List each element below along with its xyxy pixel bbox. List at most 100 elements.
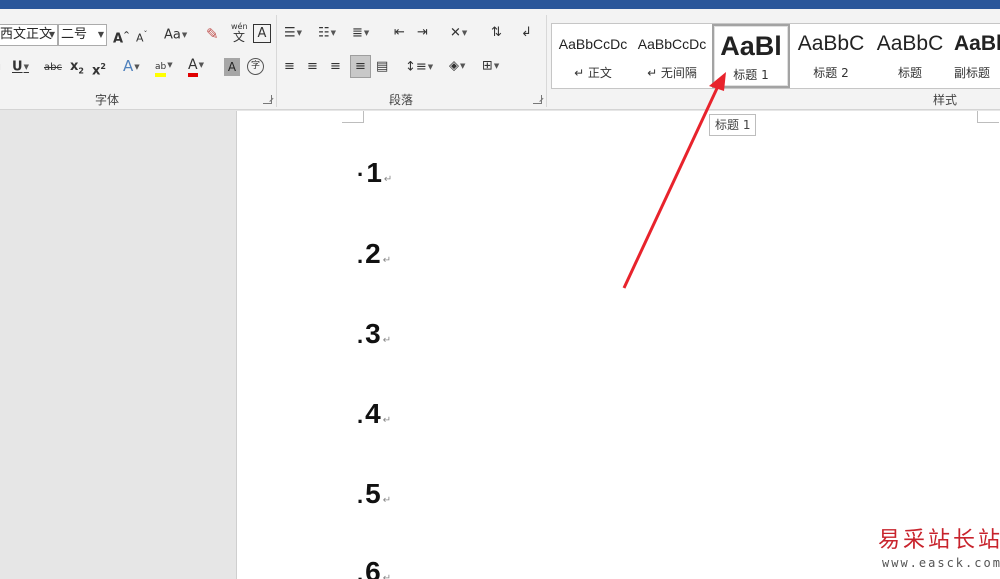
underline-button[interactable]: U▼ (12, 58, 29, 77)
page-corner-marker (977, 111, 999, 123)
superscript-button[interactable]: x2 (92, 58, 106, 80)
list-bullet: . (357, 403, 364, 428)
strikethrough-icon: abc (44, 62, 62, 73)
increase-indent-button[interactable]: ⇥ (417, 24, 428, 42)
style-name: 副标题 (954, 66, 991, 80)
paragraph-mark: ↵ (382, 415, 392, 426)
heading-line[interactable]: .4 ↵ (357, 398, 391, 430)
font-dialog-launcher-icon[interactable] (263, 95, 272, 104)
style-tooltip: 标题 1 (709, 114, 757, 136)
align-right-icon: ≡ (330, 59, 341, 74)
heading-line[interactable]: .6 ↵ (357, 556, 391, 579)
numbering-button[interactable]: ☷▼ (318, 24, 336, 43)
heading-line[interactable]: .5 ↵ (357, 478, 391, 510)
align-left-icon: ≡ (284, 59, 295, 74)
style-title[interactable]: AaBbC 标题 (871, 24, 949, 88)
font-name-value: 西文正文 (0, 27, 53, 42)
title-bar (0, 0, 1000, 9)
chevron-down-icon[interactable]: ▼ (49, 25, 55, 45)
character-border-icon: A (257, 26, 267, 41)
font-color-icon: A (188, 57, 198, 77)
heading-number: 1 (366, 157, 382, 188)
align-center-icon: ≡ (307, 59, 318, 74)
text-effects-button[interactable]: A▼ (123, 57, 140, 76)
style-no-spacing[interactable]: AaBbCcDc ↵ 无间隔 (633, 24, 711, 88)
character-border-button[interactable]: A (253, 24, 271, 43)
group-divider (276, 15, 277, 107)
style-name: 标题 (897, 66, 922, 80)
subscript-button[interactable]: x2 (70, 58, 84, 81)
shading-button[interactable]: ◈▼ (449, 57, 465, 76)
chevron-down-icon[interactable]: ▼ (98, 25, 104, 45)
borders-button[interactable]: ⊞▼ (482, 57, 499, 76)
line-spacing-icon: ↕≡ (405, 59, 427, 75)
change-case-button[interactable]: Aa▼ (164, 26, 187, 45)
grow-font-button[interactable]: A^ (113, 26, 130, 48)
style-sample: AaBbC (876, 32, 944, 55)
eraser-icon: ✎ (206, 25, 219, 43)
character-shading-button[interactable]: A (224, 58, 240, 76)
distributed-button[interactable]: ▤ (376, 58, 388, 76)
styles-group-label: 样式 (933, 93, 958, 107)
bullet-list-icon: ☰ (284, 25, 296, 41)
chinese-layout-icon: ✕ (450, 25, 461, 41)
shrink-font-button[interactable]: Aˇ (136, 26, 148, 48)
font-color-button[interactable]: A▼ (188, 56, 204, 77)
style-subtitle[interactable]: AaBl 副标题 (950, 24, 1000, 88)
style-name: 标题 2 (813, 66, 849, 80)
heading-line[interactable]: .2 ↵ (357, 238, 391, 270)
align-right-button[interactable]: ≡ (330, 58, 341, 76)
style-sample: AaBl (720, 31, 782, 61)
watermark-text: 易采站长站 (878, 528, 1000, 553)
strikethrough-button[interactable]: abc (44, 59, 62, 77)
style-sample: AaBbC (797, 32, 865, 55)
style-name: ↵ 正文 (574, 66, 612, 80)
change-case-icon: Aa (164, 27, 181, 43)
watermark-url: www.easck.com (882, 556, 1000, 570)
paragraph-mark: ↵ (382, 495, 392, 506)
style-heading-1[interactable]: AaBl 标题 1 (712, 24, 790, 88)
sort-icon: ⇅ (491, 25, 502, 40)
decrease-indent-button[interactable]: ⇤ (394, 24, 405, 42)
style-sample: AaBbCcDc (558, 36, 628, 52)
list-bullet: . (357, 243, 364, 268)
font-size-combo[interactable]: 二号 ▼ (58, 24, 107, 46)
highlight-button[interactable]: ab▼ (155, 56, 173, 77)
justify-button[interactable]: ≡ (350, 55, 371, 78)
chinese-layout-button[interactable]: ✕▼ (450, 24, 467, 43)
paragraph-dialog-launcher-icon[interactable] (533, 95, 542, 104)
clear-format-button[interactable]: ✎ (206, 25, 219, 43)
bullets-button[interactable]: ☰▼ (284, 24, 302, 43)
heading-number: 4 (365, 398, 381, 429)
font-name-combo[interactable]: 西文正文 ▼ (0, 24, 58, 46)
ribbon: 西文正文 ▼ 二号 ▼ A^ Aˇ Aa▼ ✎ wén 文 A ı U▼ abc… (0, 9, 1000, 110)
show-marks-button[interactable]: ↲ (521, 24, 532, 42)
multilevel-list-button[interactable]: ≣▼ (352, 24, 369, 43)
enclose-characters-button[interactable]: 字 (247, 58, 264, 75)
heading-line[interactable]: .3 ↵ (357, 318, 391, 350)
heading-number: 2 (365, 238, 381, 269)
sort-button[interactable]: ⇅ (491, 24, 502, 42)
style-sample: AaBbCcDc (637, 36, 707, 52)
phonetic-guide-button[interactable]: wén 文 (231, 22, 248, 43)
bold-icon: ı (0, 60, 1, 73)
multilevel-list-icon: ≣ (352, 25, 363, 41)
line-spacing-button[interactable]: ↕≡▼ (405, 58, 433, 77)
paragraph-group-label: 段落 (389, 93, 414, 107)
align-center-button[interactable]: ≡ (307, 58, 318, 76)
style-name: ↵ 无间隔 (647, 66, 697, 80)
align-left-button[interactable]: ≡ (284, 58, 295, 76)
underline-icon: U (12, 59, 23, 75)
enclose-characters-icon: 字 (250, 61, 260, 71)
paragraph-mark: ↵ (383, 174, 393, 185)
list-bullet: . (357, 483, 364, 508)
style-heading-2[interactable]: AaBbC 标题 2 (792, 24, 870, 88)
shrink-font-icon: A (136, 31, 144, 45)
bold-button-partial[interactable]: ı (0, 58, 1, 76)
style-normal[interactable]: AaBbCcDc ↵ 正文 (554, 24, 632, 88)
distributed-icon: ▤ (376, 59, 389, 74)
heading-line[interactable]: ·1 ↵ (357, 157, 392, 189)
text-effects-icon: A (123, 57, 134, 75)
numbered-list-icon: ☷ (318, 25, 330, 41)
document-page[interactable] (237, 111, 1000, 579)
